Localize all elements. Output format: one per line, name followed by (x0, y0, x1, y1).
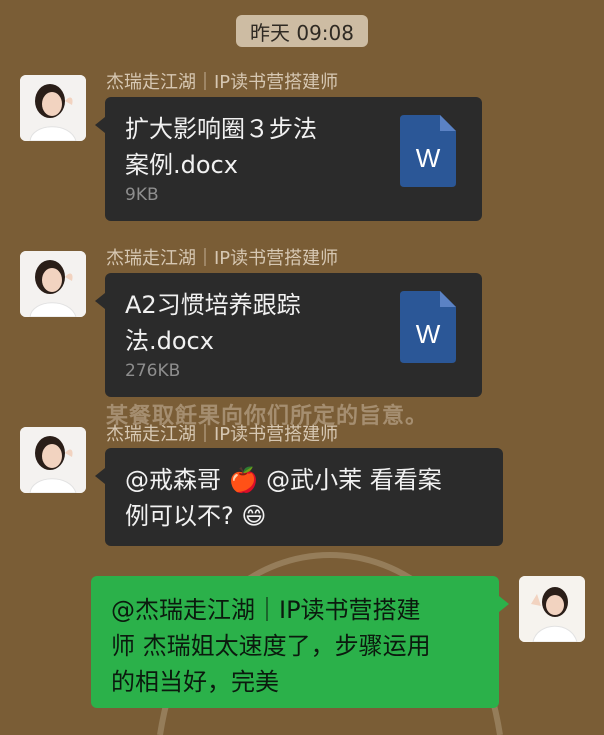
message-line-1: @杰瑞走江湖｜IP读书营搭建 (111, 596, 421, 624)
apple-emoji: 🍎 (228, 466, 259, 494)
file-name: A2习惯培养跟踪 法.docx (125, 291, 301, 355)
self-text-bubble[interactable]: @杰瑞走江湖｜IP读书营搭建 师 杰瑞姐太速度了，步骤运用 的相当好，完美 (91, 576, 509, 708)
sender-avatar[interactable] (20, 427, 86, 493)
avatar-photo-icon (519, 576, 585, 642)
sender-avatar[interactable] (20, 75, 86, 141)
word-document-icon: W (400, 291, 456, 363)
file-size: 276KB (125, 361, 181, 381)
file-bubble[interactable]: 扩大影响圈３步法 案例.docx 9KB W (95, 97, 482, 221)
file-name: 扩大影响圈３步法 案例.docx (125, 115, 317, 179)
sender-name: 杰瑞走江湖｜IP读书营搭建师 (106, 248, 339, 269)
avatar-photo-icon (20, 427, 86, 493)
message-line-1: @戒森哥 🍎 @武小茉 看看案 (125, 462, 503, 498)
grinning-emoji: 😄 (241, 502, 267, 530)
timestamp-chip: 昨天 09:08 (236, 15, 368, 47)
message-line-3: 的相当好，完美 (111, 668, 279, 696)
word-document-icon: W (400, 115, 456, 187)
message-line-2: 师 杰瑞姐太速度了，步骤运用 (111, 632, 431, 660)
sender-name: 杰瑞走江湖｜IP读书营搭建师 (106, 72, 339, 93)
svg-text:W: W (416, 143, 441, 173)
mention-text[interactable]: @武小茉 看看案 (266, 466, 442, 494)
avatar-photo-icon (20, 251, 86, 317)
file-size: 9KB (125, 185, 159, 205)
message-line-2: 例可以不? 😄 (125, 498, 503, 534)
mention-text[interactable]: @戒森哥 (125, 466, 221, 494)
avatar-photo-icon (20, 75, 86, 141)
sender-name: 杰瑞走江湖｜IP读书营搭建师 (106, 424, 339, 445)
sender-avatar[interactable] (20, 251, 86, 317)
file-bubble[interactable]: A2习惯培养跟踪 法.docx 276KB W (95, 273, 482, 397)
text-bubble[interactable]: @戒森哥 🍎 @武小茉 看看案 例可以不? 😄 (95, 448, 503, 546)
svg-text:W: W (416, 319, 441, 349)
self-avatar[interactable] (519, 576, 585, 642)
